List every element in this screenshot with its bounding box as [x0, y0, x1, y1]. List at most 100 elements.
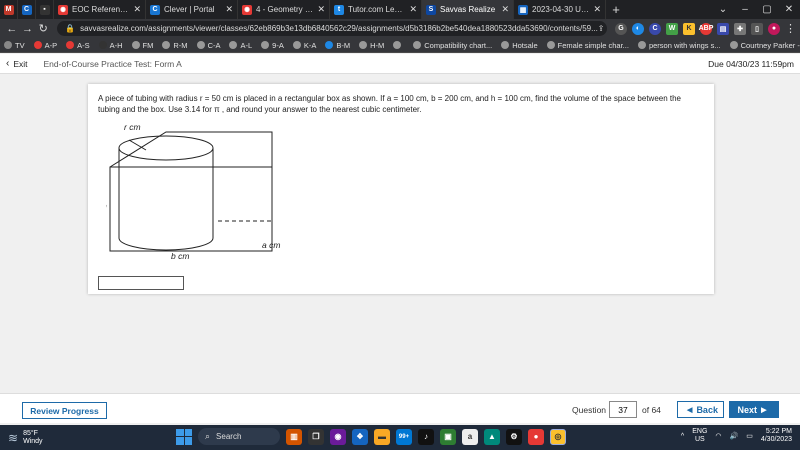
clock[interactable]: 5:22 PM 4/30/2023 — [761, 428, 792, 444]
taskbar-search[interactable]: ⌕ Search — [198, 428, 280, 445]
bookmark-icon — [501, 41, 510, 49]
tab-pinned-3[interactable]: ▪ — [36, 0, 54, 19]
windows-start-icon[interactable] — [176, 428, 192, 445]
tab-savvas-realize[interactable]: S Savvas Realize ✕ — [422, 0, 514, 19]
bookmark-item[interactable] — [393, 41, 404, 49]
bookmark-item[interactable]: A-S — [66, 41, 90, 50]
widget-icon[interactable]: ▥ — [286, 428, 302, 445]
address-row: ← → ↻ 🔒 savvasrealize.com/assignments/vi… — [0, 19, 800, 38]
tab-title: Clever | Portal — [164, 5, 215, 14]
close-tab-icon[interactable]: ✕ — [225, 4, 233, 15]
folder-icon[interactable]: ▬ — [374, 428, 390, 445]
weather-widget[interactable]: ≋ 85°F Windy — [8, 430, 98, 446]
bookmark-item[interactable]: FM — [131, 41, 153, 50]
chevron-up-icon[interactable]: ^ — [681, 433, 684, 440]
extension-icon[interactable]: K — [683, 22, 695, 35]
question-text: A piece of tubing with radius r = 50 cm … — [98, 94, 682, 114]
back-button[interactable]: ◀ Back — [677, 401, 724, 418]
bookmark-icon — [196, 41, 205, 49]
wifi-icon[interactable]: ◠ — [715, 432, 721, 440]
dropbox-icon[interactable]: ❖ — [352, 428, 368, 445]
close-tab-icon[interactable]: ✕ — [317, 4, 325, 15]
menu-kebab-icon[interactable]: ⋮ — [785, 22, 796, 35]
bookmark-icon — [325, 41, 334, 49]
exit-button[interactable]: ‹ Exit — [6, 58, 28, 69]
extension-icon[interactable]: ▤ — [717, 22, 729, 35]
tab-search-icon[interactable]: ⌄ — [712, 4, 734, 15]
tab-pinned-1[interactable]: M — [0, 0, 18, 19]
forward-arrow-icon[interactable]: → — [20, 23, 36, 35]
extension-icon[interactable]: G — [615, 22, 627, 35]
bookmark-item[interactable]: A-P — [33, 41, 57, 50]
close-window-icon[interactable]: ✕ — [778, 4, 800, 15]
app-icon[interactable]: ▣ — [440, 428, 456, 445]
bookmark-icon — [33, 41, 42, 49]
tiktok-icon[interactable]: ♪ — [418, 428, 434, 445]
bookmark-item[interactable]: A-L — [229, 41, 252, 50]
window-controls: ⌄ – ▢ ✕ — [712, 0, 800, 19]
sidebar-icon[interactable]: ▯ — [751, 22, 763, 35]
minimize-icon[interactable]: – — [734, 4, 756, 15]
close-tab-icon[interactable]: ✕ — [409, 4, 417, 15]
app-icon[interactable]: ▲ — [484, 428, 500, 445]
close-tab-icon[interactable]: ✕ — [133, 4, 141, 15]
tab-geometry-honors[interactable]: ✺ 4 - Geometry Honor✕ — [238, 0, 330, 19]
app-icon[interactable]: ● — [528, 428, 544, 445]
next-button[interactable]: Next ▶ — [729, 401, 779, 418]
taskbar: ≋ 85°F Windy ⌕ Search ▥ ❐ ◉ ❖ ▬ 99+ ♪ ▣ a… — [0, 425, 800, 450]
bookmark-icon — [292, 41, 301, 49]
extension-icon[interactable]: ◐ — [632, 22, 644, 35]
language-indicator[interactable]: ENG US — [692, 428, 707, 444]
bookmark-item[interactable]: R-M — [162, 41, 188, 50]
maximize-icon[interactable]: ▢ — [756, 4, 778, 15]
bookmark-item[interactable]: Compatibility chart... — [413, 41, 492, 50]
bookmark-item[interactable]: Hotsale — [501, 41, 538, 50]
bookmark-item[interactable]: TV — [4, 41, 25, 50]
bookmark-item[interactable]: Female simple char... — [546, 41, 629, 50]
back-arrow-icon[interactable]: ← — [4, 23, 20, 35]
label-h: h — [106, 201, 107, 211]
tab-title: Tutor.com Learning — [348, 5, 406, 14]
tab-eoc-reference[interactable]: ✺ EOC Reference Shee✕ — [54, 0, 146, 19]
close-tab-icon[interactable]: ✕ — [593, 4, 601, 15]
lock-icon[interactable]: 🔒 — [65, 24, 75, 33]
bookmark-item[interactable]: person with wings s... — [637, 41, 721, 50]
new-tab-button[interactable]: + — [606, 0, 626, 19]
battery-icon[interactable]: ▭ — [746, 432, 753, 440]
tab-untitled[interactable]: ▦ 2023-04-30 Untitle✕ — [514, 0, 606, 19]
puzzle-icon[interactable]: ✚ — [734, 22, 746, 35]
task-view-icon[interactable]: ❐ — [308, 428, 324, 445]
tab-tutor[interactable]: t Tutor.com Learning✕ — [330, 0, 422, 19]
bookmark-item[interactable]: Courtney Parker - H... — [729, 41, 800, 50]
amazon-icon[interactable]: a — [462, 428, 478, 445]
bookmark-item[interactable]: K-A — [292, 41, 316, 50]
bookmark-item[interactable]: C-A — [196, 41, 220, 50]
question-number-input[interactable] — [609, 401, 637, 418]
share-icon[interactable]: ⇪ — [598, 24, 605, 33]
bookmark-item[interactable]: A-H — [98, 41, 123, 50]
profile-avatar[interactable]: ● — [768, 22, 780, 35]
wind-icon: ≋ — [8, 430, 19, 445]
chrome-icon[interactable]: ◎ — [550, 428, 566, 445]
store-icon[interactable]: 99+ — [396, 428, 412, 445]
bookmark-item[interactable]: H-M — [359, 41, 384, 50]
close-tab-icon[interactable]: ✕ — [501, 4, 509, 15]
label-a: a cm — [262, 240, 280, 250]
bookmark-item[interactable]: B-M — [325, 41, 350, 50]
radius-line — [128, 139, 147, 151]
settings-icon[interactable]: ⚙ — [506, 428, 522, 445]
extension-icon[interactable]: W — [666, 22, 678, 35]
chat-icon[interactable]: ◉ — [330, 428, 346, 445]
url-bar[interactable]: 🔒 savvasrealize.com/assignments/viewer/c… — [57, 21, 607, 36]
bookmark-item[interactable]: 9-A — [261, 41, 284, 50]
due-date: Due 04/30/23 11:59pm — [708, 58, 794, 69]
volume-icon[interactable]: 🔊 — [730, 432, 739, 440]
tab-pinned-2[interactable]: C — [18, 0, 36, 19]
review-progress-button[interactable]: Review Progress — [22, 402, 107, 419]
reload-icon[interactable]: ↻ — [35, 22, 51, 35]
extension-icon[interactable]: C — [649, 22, 661, 35]
bookmark-icon — [162, 41, 171, 49]
answer-input[interactable] — [98, 276, 184, 290]
extension-icon[interactable]: ABP — [699, 22, 713, 35]
tab-clever[interactable]: C Clever | Portal ✕ — [146, 0, 238, 19]
